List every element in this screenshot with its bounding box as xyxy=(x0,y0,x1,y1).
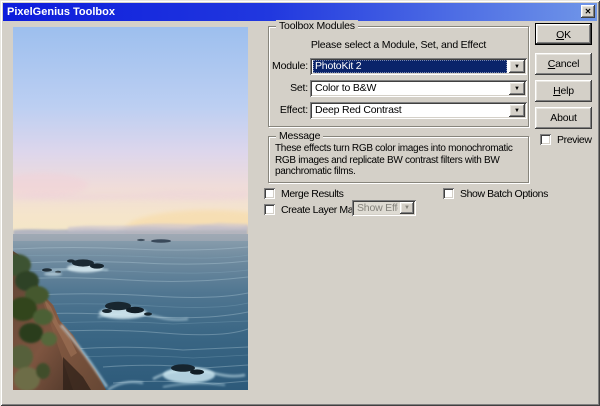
message-legend: Message xyxy=(276,130,324,142)
pixelgenius-toolbox-dialog: PixelGenius Toolbox ✕ Toolbox Modules Pl… xyxy=(0,0,600,406)
create-layer-mask-option[interactable]: Create Layer Mask: xyxy=(264,203,366,216)
module-select[interactable]: PhotoKit 2 ▼ xyxy=(310,58,527,75)
preview-label: Preview xyxy=(557,133,592,146)
ok-label-post: K xyxy=(564,29,571,41)
toolbox-modules-group: Toolbox Modules Please select a Module, … xyxy=(268,20,529,127)
set-select[interactable]: Color to B&W ▼ xyxy=(310,80,527,97)
ok-label-key: O xyxy=(556,29,565,41)
message-group: Message These effects turn RGB color ima… xyxy=(268,130,529,183)
titlebar: PixelGenius Toolbox ✕ xyxy=(3,3,597,21)
layer-mask-effect-value: Show Effect xyxy=(357,202,398,214)
show-batch-options-checkbox[interactable] xyxy=(443,188,454,199)
merge-results-option[interactable]: Merge Results xyxy=(264,187,344,200)
chevron-down-icon: ▼ xyxy=(400,202,414,214)
effect-value: Deep Red Contrast xyxy=(315,104,402,116)
cancel-label-post: ancel xyxy=(555,58,580,70)
preview-option[interactable]: Preview xyxy=(540,133,592,146)
close-icon[interactable]: ✕ xyxy=(581,5,595,18)
message-text: These effects turn RGB color images into… xyxy=(275,143,513,177)
chevron-down-icon[interactable]: ▼ xyxy=(509,60,525,73)
create-layer-mask-checkbox[interactable] xyxy=(264,204,275,215)
set-label: Set: xyxy=(290,82,308,94)
effect-select[interactable]: Deep Red Contrast ▼ xyxy=(310,102,527,119)
chevron-down-icon[interactable]: ▼ xyxy=(509,82,525,95)
module-value: PhotoKit 2 xyxy=(313,60,507,73)
effect-label: Effect: xyxy=(279,104,308,116)
about-button[interactable]: About xyxy=(535,107,592,129)
help-label-post: elp xyxy=(560,85,574,97)
instruction-text: Please select a Module, Set, and Effect xyxy=(310,39,487,51)
set-value: Color to B&W xyxy=(315,82,377,94)
preview-photo xyxy=(13,27,248,390)
help-button[interactable]: Help xyxy=(535,80,592,102)
show-batch-options-label: Show Batch Options xyxy=(460,187,548,200)
cancel-button[interactable]: Cancel xyxy=(535,53,592,75)
layer-mask-effect-select: Show Effect ▼ xyxy=(352,200,416,216)
toolbox-modules-legend: Toolbox Modules xyxy=(276,20,358,32)
merge-results-label: Merge Results xyxy=(281,187,344,200)
window-title: PixelGenius Toolbox xyxy=(7,6,115,18)
ok-button[interactable]: OK xyxy=(535,23,592,45)
merge-results-checkbox[interactable] xyxy=(264,188,275,199)
module-label: Module: xyxy=(272,60,308,72)
show-batch-options-option[interactable]: Show Batch Options xyxy=(443,187,548,200)
coastal-seascape-art xyxy=(13,27,248,390)
preview-checkbox[interactable] xyxy=(540,134,551,145)
chevron-down-icon[interactable]: ▼ xyxy=(509,104,525,117)
